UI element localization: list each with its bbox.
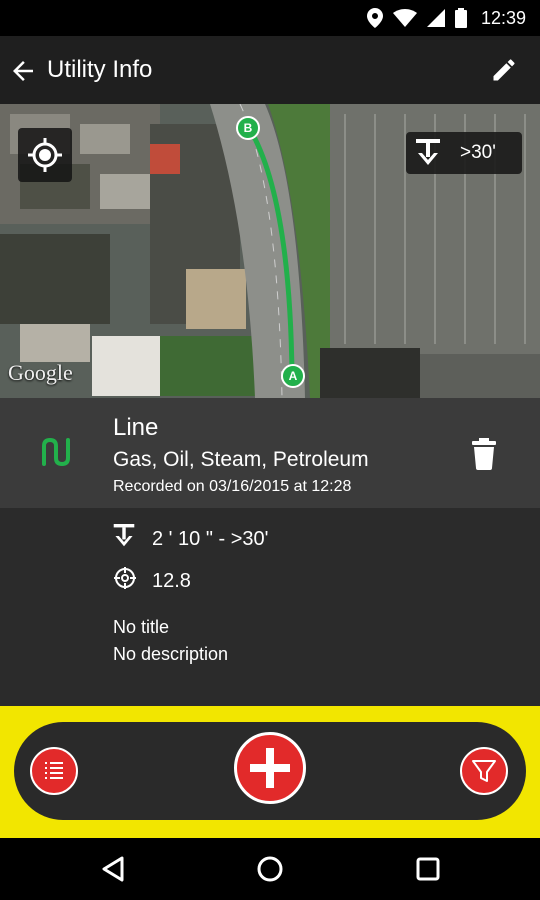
status-time: 12:39: [480, 7, 526, 28]
edit-button[interactable]: [490, 56, 518, 84]
recorded-on: Recorded on 03/16/2015 at 12:28: [113, 478, 352, 495]
triangle-back-icon: [102, 856, 124, 882]
square-recents-icon: [416, 857, 440, 881]
line-type-icon: [42, 437, 70, 467]
arrow-left-icon: [13, 61, 33, 81]
back-button[interactable]: [8, 56, 38, 86]
location-icon: [366, 8, 383, 28]
circle-home-icon: [257, 856, 283, 882]
pencil-icon: [493, 59, 515, 81]
map-view[interactable]: B A >30' Google: [0, 104, 540, 398]
depth-chip[interactable]: >30': [406, 132, 522, 174]
status-bar: 12:39: [0, 0, 540, 36]
depth-chip-label: >30': [460, 142, 496, 163]
nav-home-button[interactable]: [256, 855, 284, 883]
plus-icon: [250, 748, 290, 788]
system-nav-bar: [0, 838, 540, 900]
marker-a-label: A: [288, 369, 298, 383]
delete-button[interactable]: [470, 438, 498, 470]
battery-icon: [454, 8, 467, 28]
page-title: Utility Info: [47, 56, 153, 83]
accuracy-icon: [114, 567, 136, 589]
nav-back-button[interactable]: [100, 855, 128, 883]
status-icons: 12:39: [366, 0, 526, 36]
filter-icon: [472, 760, 496, 782]
utility-type-label: Line: [113, 414, 159, 441]
trash-icon: [472, 438, 496, 470]
marker-b-label: B: [243, 121, 253, 135]
utility-title: No title: [113, 617, 170, 637]
accuracy-value: 12.8: [152, 570, 191, 592]
depth-icon: [416, 139, 440, 165]
depth-range: 2 ' 10 " - >30': [152, 528, 269, 550]
depth-icon: [113, 524, 135, 547]
utility-header: Line Gas, Oil, Steam, Petroleum Recorded…: [0, 398, 540, 508]
my-location-button[interactable]: [18, 128, 72, 182]
list-button[interactable]: [30, 747, 78, 795]
map-marker-a[interactable]: A: [281, 364, 305, 388]
utility-types: Gas, Oil, Steam, Petroleum: [113, 448, 369, 471]
list-icon: [45, 762, 63, 779]
wifi-icon: [392, 9, 417, 27]
utility-info-panel: Line Gas, Oil, Steam, Petroleum Recorded…: [0, 398, 540, 708]
action-pill: [14, 722, 526, 820]
filter-button[interactable]: [460, 747, 508, 795]
google-logo: Google: [8, 360, 73, 385]
utility-description: No description: [113, 644, 229, 664]
map-marker-b[interactable]: B: [236, 116, 260, 140]
bottom-action-bar: [0, 706, 540, 838]
signal-icon: [426, 9, 445, 27]
nav-recents-button[interactable]: [414, 855, 442, 883]
add-button[interactable]: [234, 732, 306, 804]
crosshair-icon: [28, 138, 62, 172]
app-bar: Utility Info: [0, 36, 540, 104]
